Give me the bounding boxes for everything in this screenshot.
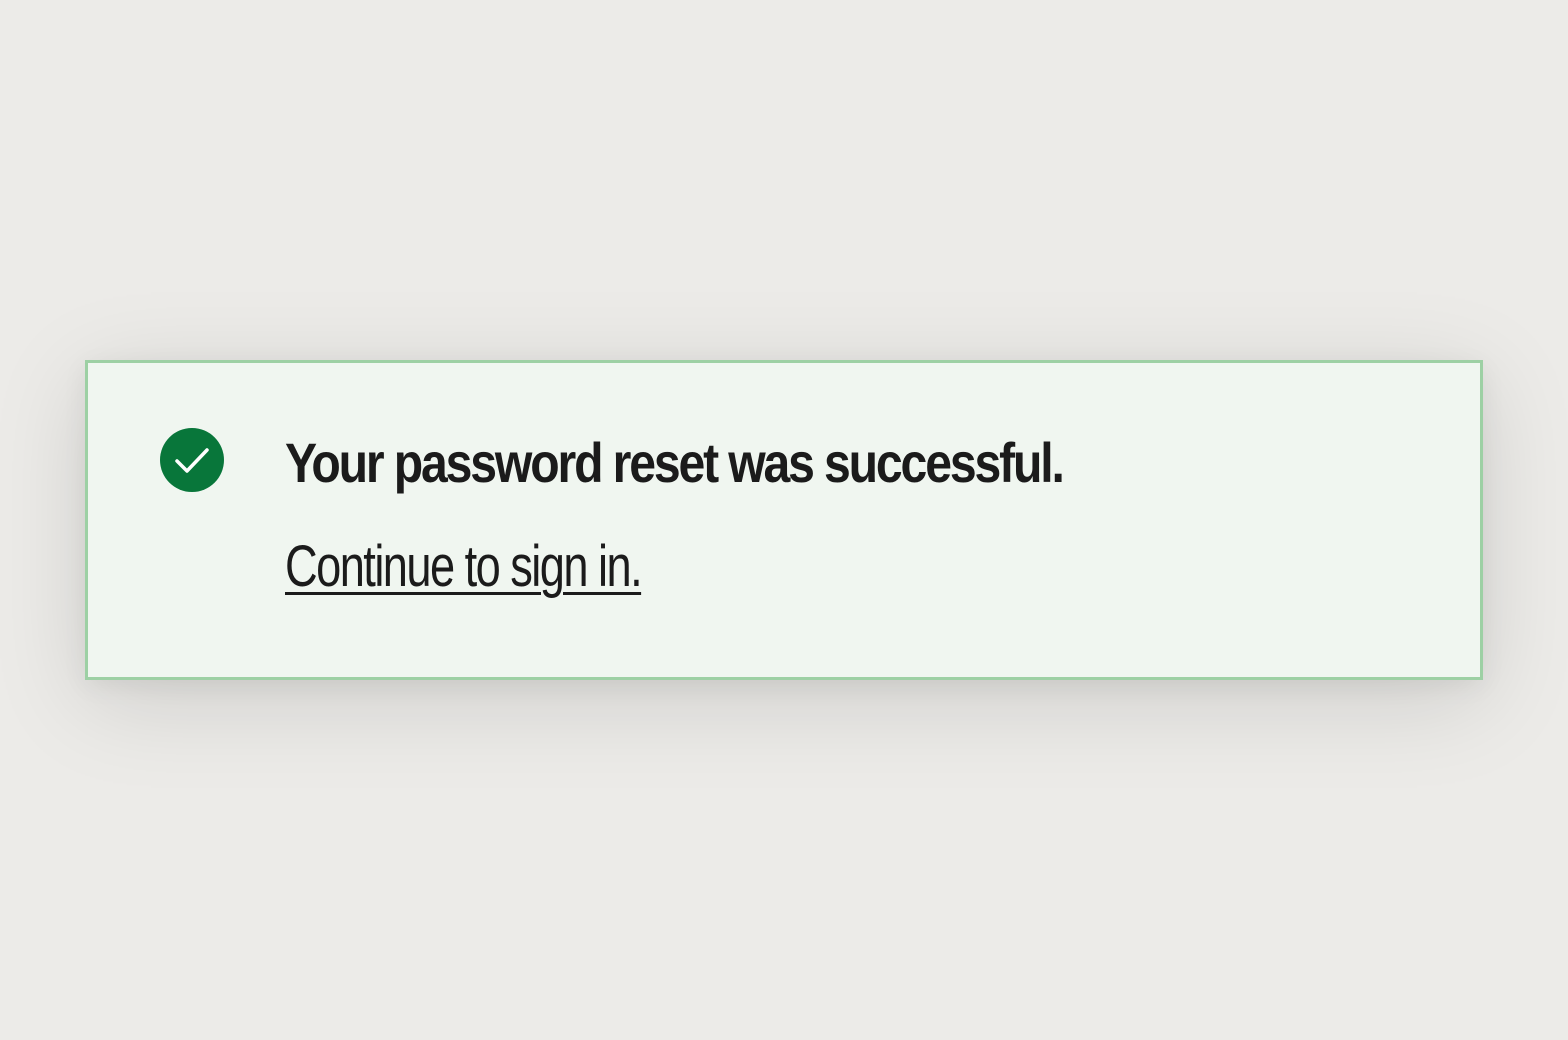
continue-sign-in-link[interactable]: Continue to sign in. <box>285 529 643 605</box>
page: Your password reset was successful. Cont… <box>0 0 1568 1040</box>
success-alert: Your password reset was successful. Cont… <box>85 360 1483 680</box>
alert-title: Your password reset was successful. <box>285 431 1065 494</box>
check-circle-icon <box>160 428 224 492</box>
